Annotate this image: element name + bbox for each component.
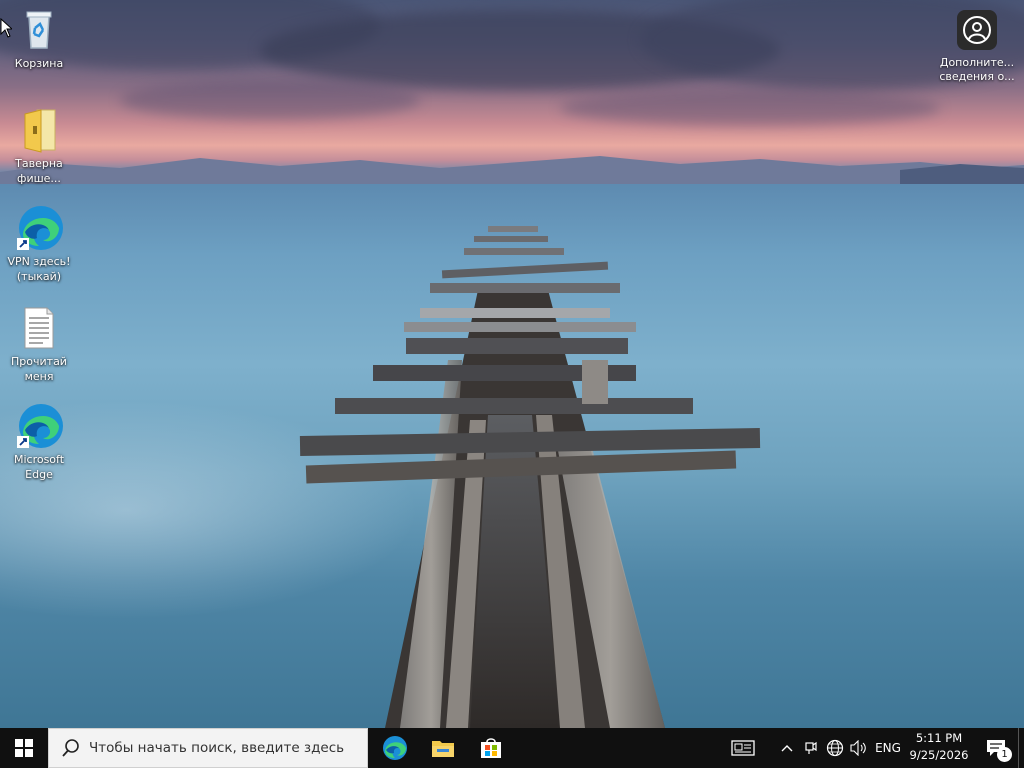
volume-button[interactable] bbox=[848, 728, 870, 768]
desktop-icon-edge[interactable]: Microsoft Edge bbox=[1, 402, 77, 482]
search-icon bbox=[62, 739, 79, 757]
folder-icon bbox=[15, 106, 63, 154]
network-button[interactable] bbox=[824, 728, 846, 768]
wallpaper-pier bbox=[299, 226, 761, 728]
desktop-icon-label: Таверна фише... bbox=[15, 157, 63, 185]
news-icon bbox=[731, 740, 755, 756]
desktop-icon-vpn-shortcut[interactable]: VPN здесь! (тыкай) bbox=[1, 204, 77, 284]
input-language-button[interactable]: ENG bbox=[872, 728, 904, 768]
desktop-icon-label: Microsoft Edge bbox=[13, 453, 65, 481]
desktop-icon-readme[interactable]: Прочитай меня bbox=[1, 304, 77, 384]
clock-date: 9/25/2026 bbox=[909, 748, 969, 762]
start-button[interactable] bbox=[0, 728, 48, 768]
meet-now-icon bbox=[805, 741, 817, 754]
taskbar-microsoft-store[interactable] bbox=[467, 728, 515, 768]
text-document-icon bbox=[15, 304, 63, 352]
taskbar-file-explorer[interactable] bbox=[419, 728, 467, 768]
show-hidden-icons-button[interactable] bbox=[776, 728, 798, 768]
show-desktop-button[interactable] bbox=[1018, 728, 1024, 768]
microsoft-store-icon bbox=[481, 738, 501, 758]
input-language-label: ENG bbox=[875, 741, 901, 755]
speaker-icon bbox=[850, 740, 866, 756]
taskbar-search-box[interactable]: Чтобы начать поиск, введите здесь bbox=[48, 728, 368, 768]
notification-badge: 1 bbox=[997, 747, 1012, 762]
globe-icon bbox=[826, 739, 844, 757]
clock-time: 5:11 PM bbox=[915, 731, 963, 745]
action-center-button[interactable]: 1 bbox=[976, 728, 1016, 768]
edge-shortcut-icon bbox=[15, 204, 63, 252]
taskbar-edge[interactable] bbox=[371, 728, 419, 768]
taskbar: Чтобы начать поиск, введите здесь ENG 5:… bbox=[0, 728, 1024, 768]
learn-more-label: Дополните... сведения о... bbox=[939, 56, 1015, 83]
desktop-icon-folder[interactable]: Таверна фише... bbox=[1, 106, 77, 186]
desktop-icon-recycle-bin[interactable]: Корзина bbox=[1, 6, 77, 71]
mouse-cursor-icon bbox=[0, 18, 12, 38]
meet-now-button[interactable] bbox=[800, 728, 822, 768]
user-circle-icon bbox=[957, 10, 997, 50]
desktop-icon-label: VPN здесь! (тыкай) bbox=[7, 255, 71, 283]
learn-more-widget[interactable]: Дополните... сведения о... bbox=[934, 10, 1020, 84]
desktop-icon-label: Прочитай меня bbox=[11, 355, 67, 383]
chevron-up-icon bbox=[781, 745, 793, 752]
search-placeholder: Чтобы начать поиск, введите здесь bbox=[89, 740, 345, 756]
recycle-bin-icon bbox=[15, 6, 63, 54]
windows-logo-icon bbox=[15, 739, 33, 757]
news-and-interests-button[interactable] bbox=[726, 728, 760, 768]
edge-icon bbox=[383, 736, 407, 760]
desktop: Корзина Таверна фише... VPN здесь! (тыка… bbox=[0, 0, 1024, 728]
desktop-icon-label: Корзина bbox=[14, 57, 64, 70]
clock-button[interactable]: 5:11 PM 9/25/2026 bbox=[902, 730, 976, 766]
edge-shortcut-icon bbox=[15, 402, 63, 450]
file-explorer-icon bbox=[432, 741, 454, 757]
